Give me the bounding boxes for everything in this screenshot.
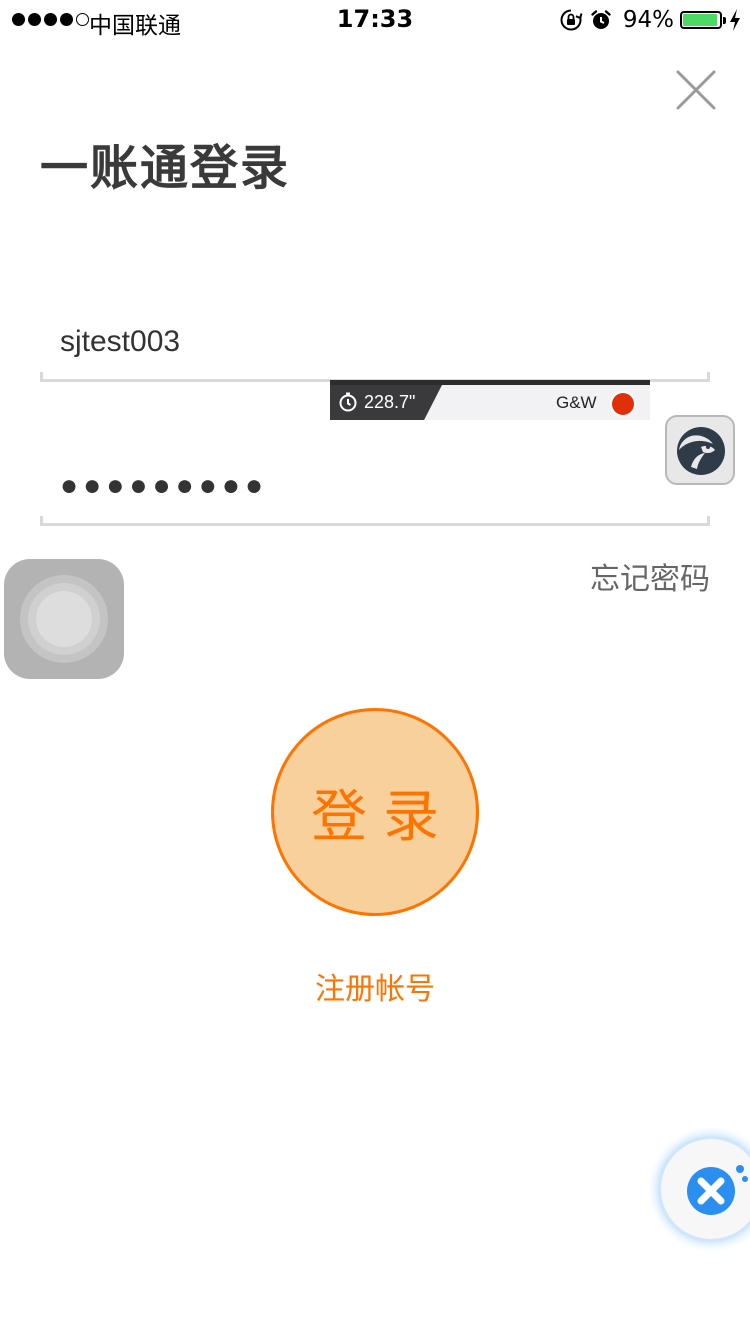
assistive-touch-button[interactable] [4, 559, 124, 679]
forgot-password-link[interactable]: 忘记密码 [590, 554, 710, 598]
battery-icon [680, 11, 726, 29]
battery-percentage: 94% [622, 7, 674, 33]
close-button[interactable] [672, 66, 720, 114]
status-right-group: 94% [559, 5, 742, 35]
register-account-link[interactable]: 注册帐号 [0, 964, 750, 1008]
username-field [40, 316, 710, 382]
stopwatch-icon [339, 392, 357, 412]
password-field [40, 458, 710, 526]
input-underline [40, 516, 710, 526]
charging-bolt-icon [730, 9, 740, 31]
username-input[interactable] [40, 316, 710, 368]
status-bar: 中国联通 17:33 94% [0, 0, 750, 40]
password-input[interactable] [40, 458, 710, 514]
alarm-icon [591, 10, 611, 29]
rotation-lock-icon [560, 9, 583, 31]
assistive-touch-icon [36, 591, 92, 647]
timer-tab: 228.7" [330, 385, 442, 420]
recording-timer: 228.7" [364, 392, 416, 412]
battery-level-fill [683, 14, 717, 26]
login-screen: 中国联通 17:33 94% 一账通登录 sjtest003 228.7" G&… [0, 0, 750, 1334]
record-indicator-button[interactable] [612, 393, 634, 415]
tool-wrench-icon [687, 1165, 748, 1215]
recorder-label: G&W [556, 393, 597, 412]
floating-tool-button[interactable] [661, 1139, 750, 1239]
login-button[interactable]: 登录 [271, 708, 479, 916]
close-icon [676, 70, 716, 110]
screen-recorder-overlay: 228.7" G&W [330, 380, 650, 420]
page-title: 一账通登录 [40, 140, 291, 196]
